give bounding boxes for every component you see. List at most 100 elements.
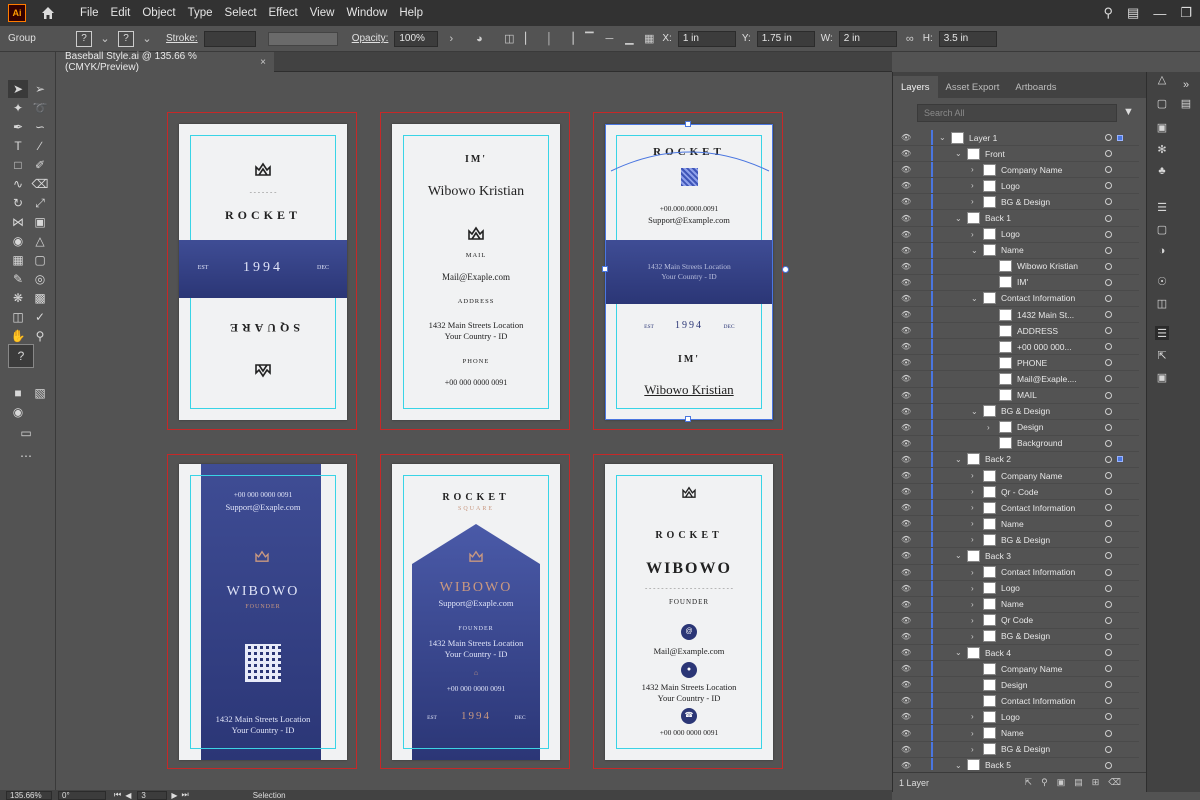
properties-icon[interactable]: △ (1155, 72, 1169, 86)
gradient-panel-icon[interactable]: ▢ (1155, 222, 1169, 236)
mesh-tool-icon[interactable]: ▦ (8, 251, 28, 269)
handle-left[interactable] (602, 266, 608, 272)
artboard-nav-next-icon[interactable]: ▶ (171, 791, 177, 800)
chevron-right-icon[interactable]: › (971, 503, 974, 512)
target-icon[interactable] (1105, 761, 1112, 769)
recolor-icon[interactable]: ◕ (472, 32, 486, 46)
free-transform-icon[interactable]: ▣ (30, 213, 50, 231)
layer-row[interactable]: 👁 Wibowo Kristian (893, 258, 1139, 275)
layer-row[interactable]: 👁 ⌄ BG & Design (893, 403, 1139, 420)
chevron-down-icon[interactable]: ⌄ (955, 648, 962, 657)
target-icon[interactable] (1105, 729, 1112, 737)
layer-row[interactable]: 👁 ⌄ Back 4 (893, 645, 1139, 662)
artboard-nav-first-icon[interactable]: ⏮ (114, 790, 121, 800)
align-top-icon[interactable]: ▔ (582, 32, 596, 46)
more-tools-icon[interactable]: ⋯ (16, 447, 36, 465)
visibility-icon[interactable]: 👁 (901, 535, 913, 544)
target-icon[interactable] (1105, 182, 1112, 190)
layer-row[interactable]: 👁 ADDRESS (893, 323, 1139, 340)
clipping-mask-icon[interactable]: ▣ (1057, 777, 1066, 788)
chevron-right-icon[interactable]: › (971, 487, 974, 496)
layer-name[interactable]: 1432 Main St... (1017, 310, 1074, 320)
visibility-icon[interactable]: 👁 (901, 214, 913, 223)
layer-name[interactable]: Mail@Exaple.... (1017, 374, 1077, 384)
visibility-icon[interactable]: 👁 (901, 696, 913, 705)
pen-tool-icon[interactable]: ✒ (8, 118, 28, 136)
layer-row[interactable]: 👁 Design (893, 677, 1139, 694)
paintbrush-icon[interactable]: ✐ (30, 156, 50, 174)
visibility-icon[interactable]: 👁 (901, 391, 913, 400)
target-icon[interactable] (1105, 439, 1112, 447)
target-icon[interactable] (1105, 246, 1112, 254)
stroke-swatch[interactable]: ? (118, 30, 134, 47)
artboard-number-input[interactable]: 3 (137, 790, 168, 800)
trash-icon[interactable]: ⌫ (1108, 777, 1121, 788)
visibility-icon[interactable]: 👁 (901, 455, 913, 464)
chevron-down-icon[interactable]: ⌄ (140, 32, 154, 46)
target-icon[interactable] (1105, 600, 1112, 608)
layer-name[interactable]: Back 4 (985, 648, 1011, 658)
document-icon[interactable]: ▤ (1179, 96, 1193, 110)
chevron-right-icon[interactable]: › (971, 729, 974, 738)
menu-object[interactable]: Object (136, 7, 181, 19)
new-sublayer-icon[interactable]: ▤ (1074, 777, 1083, 788)
layer-name[interactable]: BG & Design (1001, 406, 1050, 416)
stroke-weight-input[interactable] (203, 30, 256, 47)
target-icon[interactable] (1105, 391, 1112, 399)
visibility-icon[interactable]: 👁 (901, 632, 913, 641)
chevron-right-icon[interactable]: › (987, 423, 990, 432)
width-tool-icon[interactable]: ⋈ (8, 213, 28, 231)
layer-row[interactable]: 👁 ⌄ Front (893, 146, 1139, 163)
gradient-tool-icon[interactable]: ▢ (30, 251, 50, 269)
layer-name[interactable]: Back 5 (985, 760, 1011, 770)
target-icon[interactable] (1105, 230, 1112, 238)
menu-effect[interactable]: Effect (263, 7, 304, 19)
selection-indicator[interactable] (1117, 456, 1123, 463)
stroke-panel-icon[interactable]: ☰ (1155, 200, 1169, 214)
target-icon[interactable] (1105, 198, 1112, 206)
zoom-input[interactable]: 135.66% (6, 790, 52, 800)
layer-row[interactable]: 👁 +00 000 000... (893, 339, 1139, 356)
tab-asset-export[interactable]: Asset Export (938, 76, 1008, 98)
chevron-down-icon[interactable]: ⌄ (939, 133, 946, 142)
column-graph-icon[interactable]: ▩ (30, 289, 50, 307)
rectangle-tool-icon[interactable]: □ (8, 156, 28, 174)
layer-name[interactable]: Company Name (1001, 664, 1062, 674)
layers-panel-icon[interactable]: ☰ (1155, 326, 1169, 340)
fill-swatch[interactable]: ? (76, 30, 92, 47)
visibility-icon[interactable]: 👁 (901, 246, 913, 255)
libraries-icon[interactable]: ▢ (1155, 96, 1169, 110)
chevron-down-icon[interactable]: ⌄ (971, 246, 978, 255)
visibility-icon[interactable]: 👁 (901, 165, 913, 174)
layer-row[interactable]: 👁 ⌄ Layer 1 (893, 130, 1139, 147)
tab-artboards[interactable]: Artboards (1007, 76, 1064, 98)
visibility-icon[interactable]: 👁 (901, 616, 913, 625)
chevron-right-icon[interactable]: › (971, 181, 974, 190)
target-icon[interactable] (1105, 584, 1112, 592)
layer-name[interactable]: Contact Information (1001, 503, 1075, 513)
layer-name[interactable]: Contact Information (1001, 567, 1075, 577)
card-back-5[interactable]: ROCKET WIBOWO - - - - - - - - - - - - - … (605, 464, 773, 760)
chevron-right-icon[interactable]: › (971, 535, 974, 544)
handle-top[interactable] (685, 121, 691, 127)
align-center-icon[interactable]: │ (542, 32, 556, 46)
document-tab[interactable]: Baseball Style.ai @ 135.66 % (CMYK/Previ… (56, 51, 274, 73)
arrange-documents-icon[interactable]: ▤ (1127, 5, 1139, 21)
target-icon[interactable] (1105, 359, 1112, 367)
layer-row[interactable]: 👁 ⌄ Contact Information (893, 290, 1139, 308)
artboard-4[interactable]: +00 000 0000 0091 Support@Exaple.com WIB… (167, 454, 357, 769)
visibility-icon[interactable]: 👁 (901, 648, 913, 657)
chevron-down-icon[interactable]: ⌄ (971, 294, 978, 303)
menu-edit[interactable]: Edit (105, 7, 137, 19)
chevron-down-icon[interactable]: ⌄ (955, 761, 962, 770)
layer-name[interactable]: Name (1001, 245, 1024, 255)
target-icon[interactable] (1105, 455, 1112, 463)
lasso-icon[interactable]: ➰ (30, 99, 50, 117)
target-icon[interactable] (1105, 681, 1112, 689)
target-icon[interactable] (1105, 343, 1112, 351)
symbols-icon[interactable]: ♣ (1155, 164, 1169, 178)
chevron-right-icon[interactable]: › (971, 632, 974, 641)
line-tool-icon[interactable]: ∕ (30, 137, 50, 155)
chevron-right-icon[interactable]: › (971, 712, 974, 721)
layer-row[interactable]: 👁 › Name (893, 516, 1139, 533)
